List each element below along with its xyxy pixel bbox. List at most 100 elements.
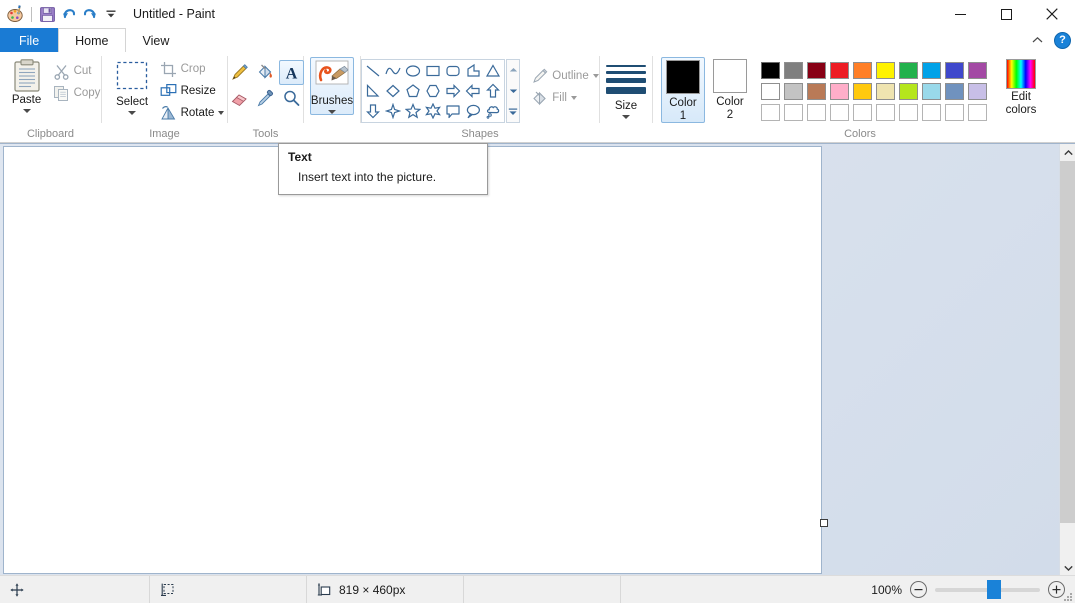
palette-swatch[interactable]: [897, 102, 920, 123]
copy-button[interactable]: Copy: [53, 82, 100, 104]
chevron-down-icon[interactable]: [128, 111, 137, 115]
zoom-slider[interactable]: [935, 579, 1040, 599]
chevron-down-icon[interactable]: [570, 96, 577, 100]
palette-swatch[interactable]: [828, 81, 851, 102]
customize-qat-icon[interactable]: [100, 4, 121, 25]
shape-hexagon[interactable]: [423, 81, 443, 101]
text-tool[interactable]: A: [279, 60, 304, 85]
chevron-down-icon[interactable]: [622, 115, 630, 119]
maximize-button[interactable]: [983, 0, 1029, 28]
palette-swatch[interactable]: [920, 60, 943, 81]
shape-oval-callout[interactable]: [463, 101, 483, 121]
undo-icon[interactable]: [58, 4, 79, 25]
chevron-down-icon[interactable]: [22, 109, 31, 113]
palette-swatch[interactable]: [897, 81, 920, 102]
palette-swatch[interactable]: [759, 81, 782, 102]
shape-rounded-rectangle[interactable]: [443, 61, 463, 81]
scrollbar-thumb[interactable]: [1060, 161, 1075, 523]
scroll-down-button[interactable]: [1060, 559, 1075, 576]
tab-file[interactable]: File: [0, 28, 59, 52]
palette-swatch[interactable]: [828, 102, 851, 123]
chevron-down-icon[interactable]: [328, 110, 336, 114]
palette-swatch[interactable]: [966, 60, 989, 81]
palette-swatch[interactable]: [759, 60, 782, 81]
minimize-button[interactable]: [937, 0, 983, 28]
brushes-button[interactable]: Brushes: [310, 57, 354, 115]
palette-swatch[interactable]: [943, 60, 966, 81]
palette-swatch[interactable]: [874, 102, 897, 123]
shape-oval[interactable]: [403, 61, 423, 81]
save-icon[interactable]: [37, 4, 58, 25]
shape-cloud-callout[interactable]: [483, 101, 503, 121]
fill-button[interactable]: Fill: [531, 87, 598, 109]
shape-polygon[interactable]: [463, 61, 483, 81]
shape-left-arrow[interactable]: [463, 81, 483, 101]
rotate-button[interactable]: Rotate: [160, 102, 225, 124]
help-icon[interactable]: ?: [1054, 31, 1071, 49]
palette-swatch[interactable]: [828, 60, 851, 81]
zoom-out-button[interactable]: [910, 581, 927, 598]
shapes-more-button[interactable]: [507, 101, 519, 122]
crop-button[interactable]: Crop: [160, 58, 225, 80]
canvas-resize-handle-east[interactable]: [820, 519, 828, 527]
paint-palette-icon[interactable]: [5, 4, 26, 25]
palette-swatch[interactable]: [805, 102, 828, 123]
size-button[interactable]: Size: [602, 57, 650, 119]
color-picker-tool[interactable]: [253, 86, 278, 111]
edit-colors-button[interactable]: Edit colors: [995, 57, 1047, 116]
shape-triangle[interactable]: [483, 61, 503, 81]
drawing-canvas[interactable]: [3, 146, 822, 574]
palette-swatch[interactable]: [874, 60, 897, 81]
palette-swatch[interactable]: [920, 102, 943, 123]
redo-icon[interactable]: [79, 4, 100, 25]
color-2-button[interactable]: Color 2: [708, 57, 752, 121]
magnifier-tool[interactable]: [279, 86, 304, 111]
palette-swatch[interactable]: [805, 81, 828, 102]
fill-with-color-tool[interactable]: [253, 60, 278, 85]
palette-swatch[interactable]: [851, 60, 874, 81]
tab-view[interactable]: View: [126, 28, 187, 52]
palette-swatch[interactable]: [782, 60, 805, 81]
palette-swatch[interactable]: [920, 81, 943, 102]
close-button[interactable]: [1029, 0, 1075, 28]
cut-button[interactable]: Cut: [53, 60, 101, 82]
shape-diamond[interactable]: [383, 81, 403, 101]
eraser-tool[interactable]: [227, 86, 252, 111]
shape-right-triangle[interactable]: [363, 81, 383, 101]
palette-swatch[interactable]: [782, 102, 805, 123]
palette-swatch[interactable]: [759, 102, 782, 123]
resize-grip[interactable]: [1061, 590, 1073, 602]
color-1-button[interactable]: Color 1: [661, 57, 705, 123]
shape-right-arrow[interactable]: [443, 81, 463, 101]
shapes-scroll-up-button[interactable]: [507, 60, 519, 81]
palette-swatch[interactable]: [943, 81, 966, 102]
zoom-slider-thumb[interactable]: [987, 579, 1001, 599]
shapes-scroll-down-button[interactable]: [507, 81, 519, 102]
palette-swatch[interactable]: [851, 102, 874, 123]
shape-up-arrow[interactable]: [483, 81, 503, 101]
paste-button[interactable]: Paste: [1, 57, 53, 113]
palette-swatch[interactable]: [966, 81, 989, 102]
shape-rectangle[interactable]: [423, 61, 443, 81]
scroll-up-button[interactable]: [1060, 144, 1075, 161]
shape-pentagon[interactable]: [403, 81, 423, 101]
shape-four-point-star[interactable]: [383, 101, 403, 121]
palette-swatch[interactable]: [805, 60, 828, 81]
outline-button[interactable]: Outline: [531, 65, 599, 87]
resize-button[interactable]: Resize: [160, 80, 225, 102]
palette-swatch[interactable]: [782, 81, 805, 102]
shape-line[interactable]: [363, 61, 383, 81]
vertical-scrollbar[interactable]: [1059, 144, 1075, 576]
tab-home[interactable]: Home: [58, 28, 126, 52]
select-button[interactable]: Select: [105, 57, 160, 115]
shape-down-arrow[interactable]: [363, 101, 383, 121]
palette-swatch[interactable]: [851, 81, 874, 102]
shape-rounded-rectangular-callout[interactable]: [443, 101, 463, 121]
palette-swatch[interactable]: [874, 81, 897, 102]
pencil-tool[interactable]: [227, 60, 252, 85]
shape-curve[interactable]: [383, 61, 403, 81]
shape-six-point-star[interactable]: [423, 101, 443, 121]
palette-swatch[interactable]: [943, 102, 966, 123]
palette-swatch[interactable]: [897, 60, 920, 81]
chevron-up-icon[interactable]: [1028, 31, 1046, 49]
